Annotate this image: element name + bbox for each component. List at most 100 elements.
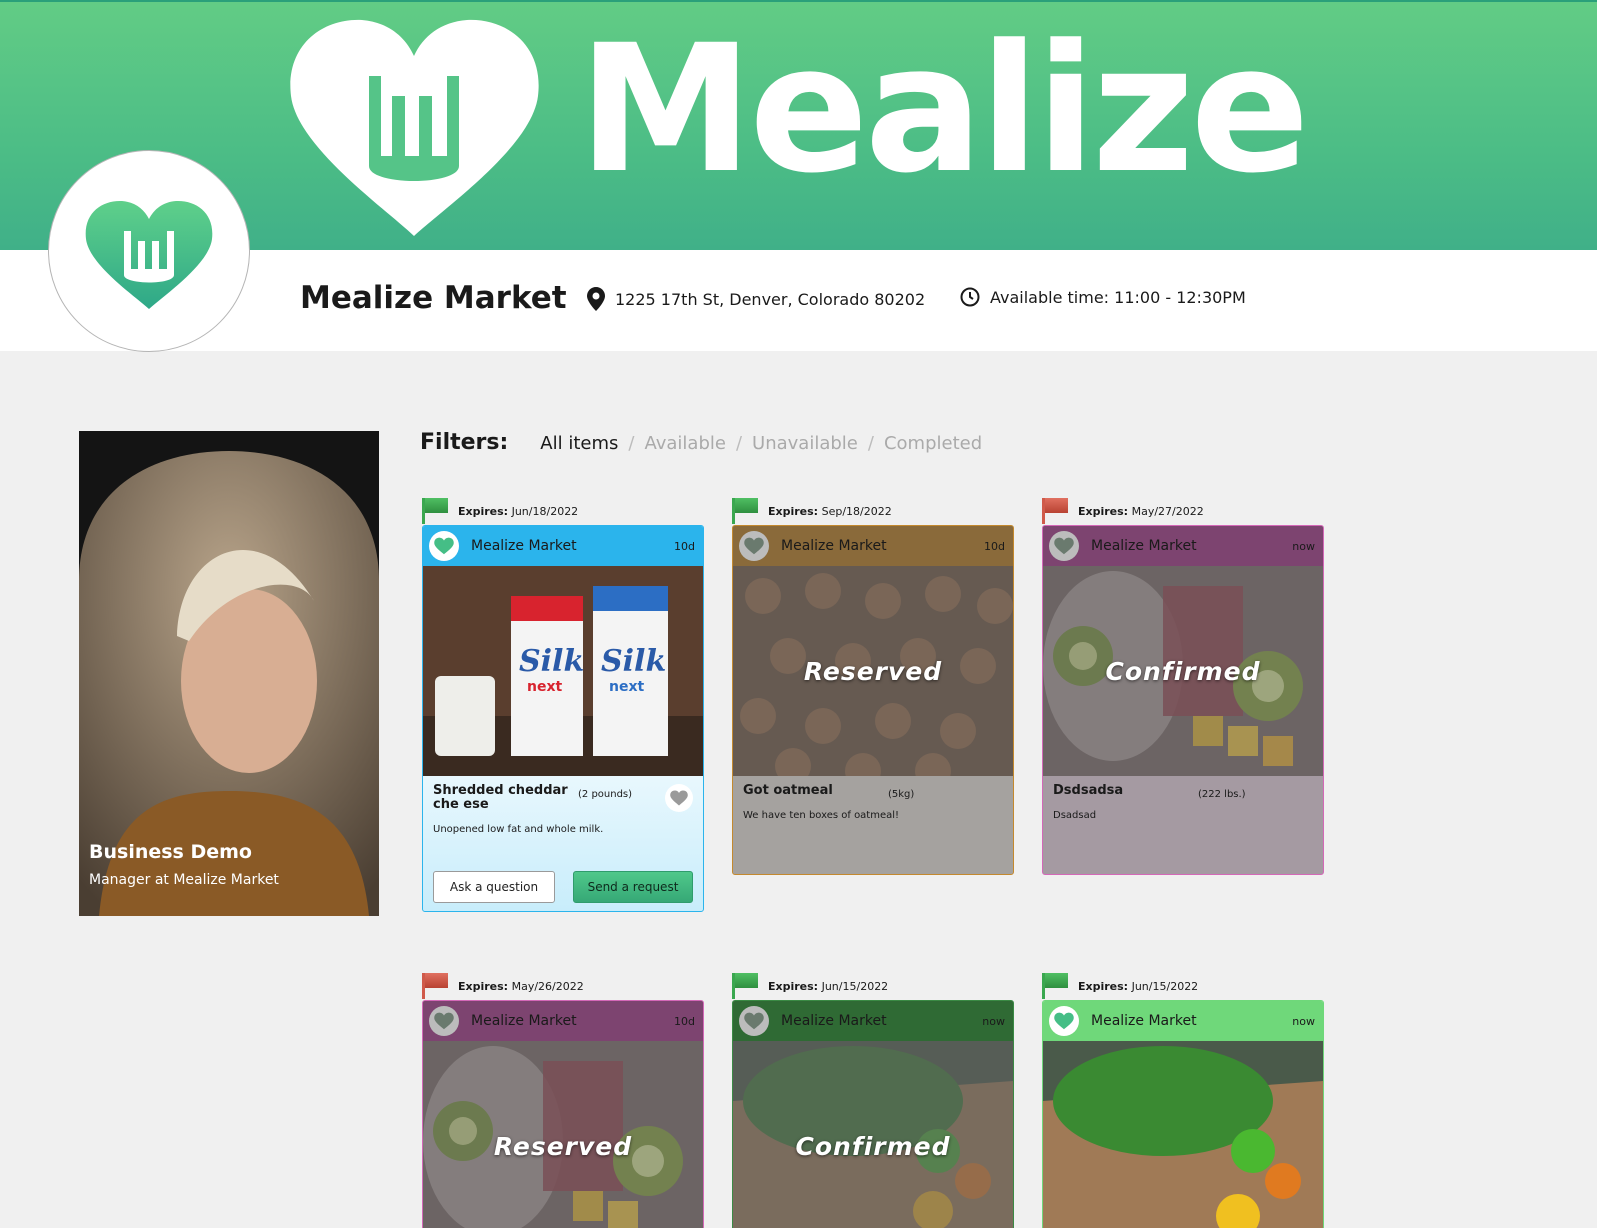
filter-available[interactable]: Available [644,433,725,454]
available-time-text: Available time: 11:00 - 12:30PM [990,287,1246,307]
expires-row: Expires: Jun/18/2022 [422,498,578,524]
card-store-name: Mealize Market [781,538,887,554]
store-name: Mealize Market [300,280,567,316]
expires-label: Expires: [768,505,819,518]
status-reserved: Reserved [493,1131,633,1161]
vegetable-box-image: Confirmed [733,1041,1013,1228]
expires-date: Jun/18/2022 [511,505,579,518]
profile-card[interactable]: Business Demo Manager at Mealize Market [79,431,379,916]
profile-role: Manager at Mealize Market [89,872,279,888]
item-description: Dsadsad [1053,810,1097,821]
location-pin-icon [587,287,605,311]
card-age: now [982,1014,1005,1028]
clock-icon [960,287,980,307]
expires-label: Expires: [1078,980,1129,993]
fruit-cups-image: Reserved [423,1041,703,1228]
card-header: Mealize Market now [1043,526,1323,566]
expires-label: Expires: [768,980,819,993]
card-body: Mealize Market now [1042,1000,1324,1228]
card-body: Mealize Market 10d Reserved Got oatmeal … [732,525,1014,875]
card-age: 10d [674,539,695,553]
filters-label: Filters: [420,430,509,455]
expires-date: Jun/15/2022 [821,980,889,993]
store-logo-icon [1049,531,1079,561]
expires-row: Expires: May/26/2022 [422,973,584,999]
send-request-button[interactable]: Send a request [573,871,693,903]
mealize-heart-icon [85,200,213,309]
svg-text:next: next [527,679,562,695]
card-store-name: Mealize Market [781,1013,887,1029]
expires-date: May/26/2022 [511,980,584,993]
mealize-heart-logo-icon [290,19,539,236]
filter-all-items[interactable]: All items [540,433,618,454]
flag-icon [1042,973,1068,999]
item-title: Shredded cheddar che ese [433,783,568,812]
card-header: Mealize Market now [733,1001,1013,1041]
card-details: Got oatmeal (5kg) We have ten boxes of o… [733,776,1013,829]
store-logo-icon [739,1006,769,1036]
card-body: Mealize Market 10d Reserved [422,1000,704,1228]
available-time: Available time: 11:00 - 12:30PM [960,287,1246,307]
card-body: Mealize Market 10d Silk Silk next next S… [422,525,704,912]
card-store-name: Mealize Market [1091,1013,1197,1029]
expires-label: Expires: [458,505,509,518]
svg-text:next: next [609,679,644,695]
status-reserved: Reserved [803,656,943,686]
card-age: 10d [984,539,1005,553]
ask-question-button[interactable]: Ask a question [433,871,555,903]
status-confirmed: Confirmed [1105,656,1261,686]
address-text: 1225 17th St, Denver, Colorado 80202 [615,289,926,309]
card-store-name: Mealize Market [471,538,577,554]
card-header: Mealize Market 10d [423,1001,703,1041]
card-header: Mealize Market now [1043,1001,1323,1041]
item-quantity: (222 lbs.) [1198,789,1246,800]
vegetable-box-image [1043,1041,1323,1228]
store-logo-icon [429,1006,459,1036]
status-confirmed: Confirmed [795,1131,951,1161]
expires-date: May/27/2022 [1131,505,1204,518]
filter-separator: / [735,433,743,454]
item-title: Dsdsadsa [1053,783,1124,798]
card-header: Mealize Market 10d [423,526,703,566]
gingerbread-cookies-image: Reserved [733,566,1013,776]
store-logo-icon [739,531,769,561]
filter-separator: / [867,433,874,454]
card-header: Mealize Market 10d [733,526,1013,566]
expires-date: Sep/18/2022 [821,505,892,518]
favorite-heart-icon[interactable] [665,784,693,812]
store-address: 1225 17th St, Denver, Colorado 80202 [587,287,925,311]
flag-icon [422,973,448,999]
card-details: Shredded cheddar che ese (2 pounds) Unop… [423,776,703,903]
card-store-name: Mealize Market [1091,538,1197,554]
card-details: Dsdsadsa (222 lbs.) Dsadsad [1043,776,1323,829]
milk-cartons-image: Silk Silk next next [423,566,703,776]
expires-label: Expires: [458,980,509,993]
svg-text:Silk: Silk [519,644,584,679]
expires-row: Expires: Jun/15/2022 [732,973,888,999]
expires-row: Expires: May/27/2022 [1042,498,1204,524]
item-title: Got oatmeal [743,783,833,798]
expires-label: Expires: [1078,505,1129,518]
svg-text:Silk: Silk [601,644,666,679]
item-quantity: (2 pounds) [578,789,633,800]
card-store-name: Mealize Market [471,1013,577,1029]
card-age: 10d [674,1014,695,1028]
store-logo-icon [429,531,459,561]
expires-row: Expires: Sep/18/2022 [732,498,892,524]
card-body: Mealize Market now Confirmed Dsdsadsa (2… [1042,525,1324,875]
card-body: Mealize Market now Confirmed [732,1000,1014,1228]
fruit-cups-image: Confirmed [1043,566,1323,776]
store-avatar [48,150,250,352]
item-description: We have ten boxes of oatmeal! [743,810,900,821]
expires-date: Jun/15/2022 [1131,980,1199,993]
expires-row: Expires: Jun/15/2022 [1042,973,1198,999]
flag-icon [1042,498,1068,524]
filter-unavailable[interactable]: Unavailable [752,433,858,454]
filter-completed[interactable]: Completed [884,433,982,454]
flag-icon [422,498,448,524]
flag-icon [732,973,758,999]
item-description: Unopened low fat and whole milk. [433,824,604,835]
card-age: now [1292,539,1315,553]
banner-wordmark: Mealize [578,7,1310,212]
item-quantity: (5kg) [888,789,915,800]
